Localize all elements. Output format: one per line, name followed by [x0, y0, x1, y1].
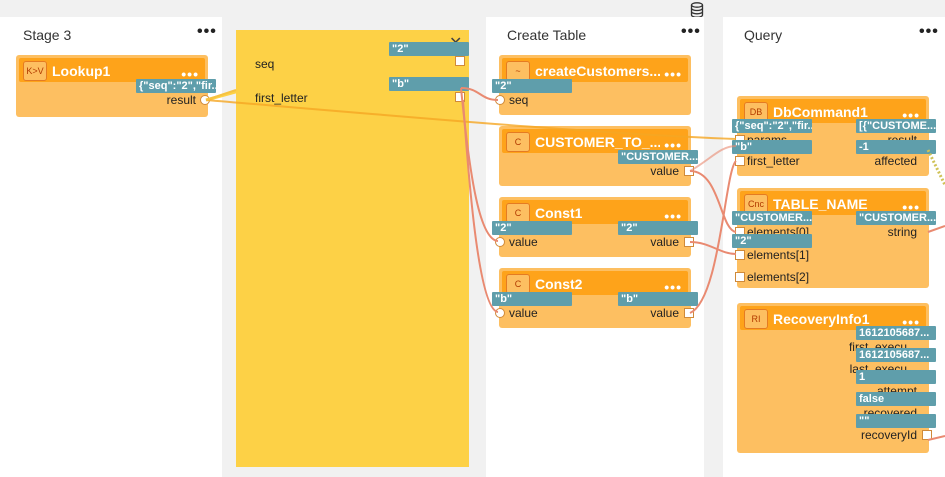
panel-field-label: first_letter	[255, 91, 308, 105]
node-type-icon: K>V	[23, 61, 47, 81]
output-value-tag: "CUSTOMER...	[618, 150, 698, 164]
node-type-icon: C	[506, 203, 530, 223]
node-title: createCustomers...	[535, 63, 660, 79]
output-port-label: affected	[874, 154, 917, 168]
input-value-tag: "2"	[492, 79, 572, 93]
output-value-tag: "CUSTOMER...	[856, 211, 936, 225]
output-port-label: value	[650, 235, 679, 249]
stage-menu-button[interactable]: •••	[681, 23, 701, 41]
input-value-tag: "2"	[732, 234, 812, 248]
stage-title: Create Table	[507, 27, 587, 43]
input-value-tag: "2"	[492, 221, 572, 235]
node-title: Const1	[535, 205, 583, 221]
input-port-handle[interactable]	[495, 308, 505, 318]
output-port-handle[interactable]	[200, 95, 210, 105]
panel-field-port[interactable]	[455, 56, 465, 66]
output-port-handle[interactable]	[684, 166, 694, 176]
node-create-customers[interactable]: ~ createCustomers... ••• "2" seq	[492, 55, 691, 115]
output-value-tag: 1612105687...	[856, 326, 936, 340]
output-port-label: value	[650, 164, 679, 178]
output-value-tag: {"seq":"2","fir...	[136, 79, 216, 93]
output-port-handle[interactable]	[684, 308, 694, 318]
node-table-name[interactable]: Cnc TABLE_NAME ••• "CUSTOMER... elements…	[732, 188, 936, 288]
input-port-label: value	[509, 235, 538, 249]
input-port-label: first_letter	[747, 154, 800, 168]
output-port-label: recoveryId	[860, 428, 917, 442]
node-type-icon: C	[506, 274, 530, 294]
input-port-label: seq	[509, 93, 529, 107]
output-value-tag: false	[856, 392, 936, 406]
input-value-tag: "b"	[732, 140, 812, 154]
output-value-tag: "2"	[618, 221, 698, 235]
panel-field-value: "2"	[389, 42, 469, 56]
output-value-tag: ""	[856, 414, 936, 428]
input-port-label: value	[509, 306, 538, 320]
input-port-handle[interactable]	[735, 250, 745, 260]
node-title: Const2	[535, 276, 583, 292]
panel-field-port[interactable]	[455, 92, 465, 102]
panel-field-value: "b"	[389, 77, 469, 91]
node-type-icon: ~	[506, 61, 530, 81]
input-port-handle[interactable]	[735, 272, 745, 282]
input-value-tag: "b"	[492, 292, 572, 306]
input-port-label: elements[2]	[747, 270, 810, 284]
output-port-label: string	[887, 225, 917, 239]
stage-menu-button[interactable]: •••	[919, 23, 939, 41]
node-type-icon: C	[506, 132, 530, 152]
node-type-icon: RI	[744, 309, 768, 329]
stage-title: Query	[744, 27, 783, 43]
node-title: CUSTOMER_TO_...	[535, 134, 660, 150]
output-port-label: result	[166, 93, 196, 107]
node-title: DbCommand1	[773, 104, 868, 120]
node-menu-button[interactable]: •••	[664, 66, 682, 82]
output-value-tag: 1612105687...	[856, 348, 936, 362]
input-port-label: elements[1]	[747, 248, 810, 262]
output-value-tag: [{"CUSTOME...	[856, 119, 936, 133]
output-value-tag: -1	[856, 140, 936, 154]
input-port-handle[interactable]	[735, 156, 745, 166]
node-title: Lookup1	[52, 63, 111, 79]
node-recovery-info1[interactable]: RI RecoveryInfo1 ••• 1612105687... first…	[737, 303, 936, 453]
node-const2[interactable]: C Const2 ••• "b" value "b" value	[492, 268, 698, 328]
input-value-tag: "CUSTOMER...	[732, 211, 812, 225]
database-icon[interactable]	[690, 2, 704, 18]
node-title: RecoveryInfo1	[773, 311, 870, 327]
node-dbcommand1[interactable]: DB DbCommand1 ••• {"seq":"2","fir... par…	[732, 96, 936, 176]
input-value-tag: {"seq":"2","fir...	[732, 119, 812, 133]
output-port-handle[interactable]	[684, 237, 694, 247]
output-port-handle[interactable]	[922, 430, 932, 440]
stage-menu-button[interactable]: •••	[197, 23, 217, 41]
stage-title: Stage 3	[23, 27, 72, 43]
node-title: TABLE_NAME	[773, 196, 868, 212]
value-inspector-panel: ✕ seq "2" first_letter "b"	[236, 30, 469, 467]
input-port-handle[interactable]	[495, 237, 505, 247]
output-port-label: value	[650, 306, 679, 320]
input-port-handle[interactable]	[495, 95, 505, 105]
node-lookup1[interactable]: K>V Lookup1 ••• {"seq":"2","fir... resul…	[16, 55, 216, 117]
output-value-tag: "b"	[618, 292, 698, 306]
panel-field-label: seq	[255, 57, 275, 71]
output-value-tag: 1	[856, 370, 936, 384]
node-const1[interactable]: C Const1 ••• "2" value "2" value	[492, 197, 698, 257]
node-customer-to[interactable]: C CUSTOMER_TO_... ••• "CUSTOMER... value	[499, 126, 698, 186]
